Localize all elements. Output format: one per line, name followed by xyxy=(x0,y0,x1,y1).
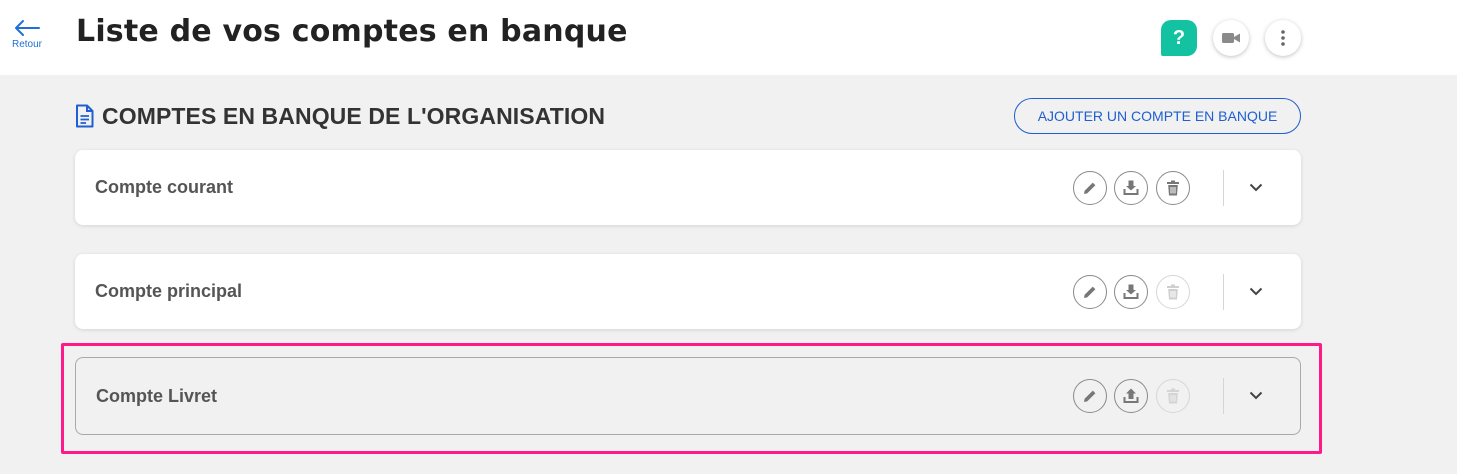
expand-button[interactable] xyxy=(1246,177,1266,197)
account-card-selected: Compte Livret xyxy=(75,357,1301,435)
video-button[interactable] xyxy=(1213,20,1249,56)
edit-button[interactable] xyxy=(1073,379,1107,413)
add-bank-account-button[interactable]: AJOUTER UN COMPTE EN BANQUE xyxy=(1014,98,1301,134)
chevron-down-icon xyxy=(1249,183,1263,191)
help-button[interactable]: ? xyxy=(1161,20,1197,56)
divider xyxy=(1223,170,1224,206)
pencil-icon xyxy=(1084,286,1096,298)
edit-button[interactable] xyxy=(1073,171,1107,205)
delete-button-disabled[interactable] xyxy=(1156,275,1190,309)
divider xyxy=(1223,274,1224,310)
upload-button[interactable] xyxy=(1114,379,1148,413)
document-icon xyxy=(76,104,94,128)
section-title: COMPTES EN BANQUE DE L'ORGANISATION xyxy=(102,102,606,129)
question-icon: ? xyxy=(1172,26,1186,49)
section-header: COMPTES EN BANQUE DE L'ORGANISATION xyxy=(75,102,605,130)
account-name: Compte principal xyxy=(95,281,243,301)
expand-button[interactable] xyxy=(1246,385,1266,405)
edit-button[interactable] xyxy=(1073,275,1107,309)
top-header: Retour Liste de vos comptes en banque ? xyxy=(0,0,1457,75)
delete-button[interactable] xyxy=(1156,171,1190,205)
pencil-icon xyxy=(1084,390,1096,402)
chevron-down-icon xyxy=(1249,391,1263,399)
download-icon xyxy=(1123,180,1139,195)
chevron-down-icon xyxy=(1249,287,1263,295)
divider xyxy=(1223,378,1224,414)
pencil-icon xyxy=(1084,182,1096,194)
expand-button[interactable] xyxy=(1246,281,1266,301)
trash-icon xyxy=(1167,180,1179,196)
back-button[interactable]: Retour xyxy=(6,18,48,62)
account-card: Compte principal xyxy=(75,254,1301,329)
download-icon xyxy=(1123,284,1139,299)
delete-button-disabled[interactable] xyxy=(1156,379,1190,413)
account-name: Compte Livret xyxy=(96,386,218,406)
page-title: Liste de vos comptes en banque xyxy=(76,14,628,49)
account-card: Compte courant xyxy=(75,150,1301,225)
upload-icon xyxy=(1123,388,1139,403)
download-button[interactable] xyxy=(1114,275,1148,309)
account-name: Compte courant xyxy=(95,177,234,197)
more-vertical-icon xyxy=(1281,30,1285,46)
trash-icon xyxy=(1167,388,1179,404)
trash-icon xyxy=(1167,284,1179,300)
arrow-left-icon xyxy=(15,20,40,36)
download-button[interactable] xyxy=(1114,171,1148,205)
video-camera-icon xyxy=(1222,33,1240,43)
back-label: Retour xyxy=(11,39,42,50)
more-options-button[interactable] xyxy=(1265,20,1301,56)
